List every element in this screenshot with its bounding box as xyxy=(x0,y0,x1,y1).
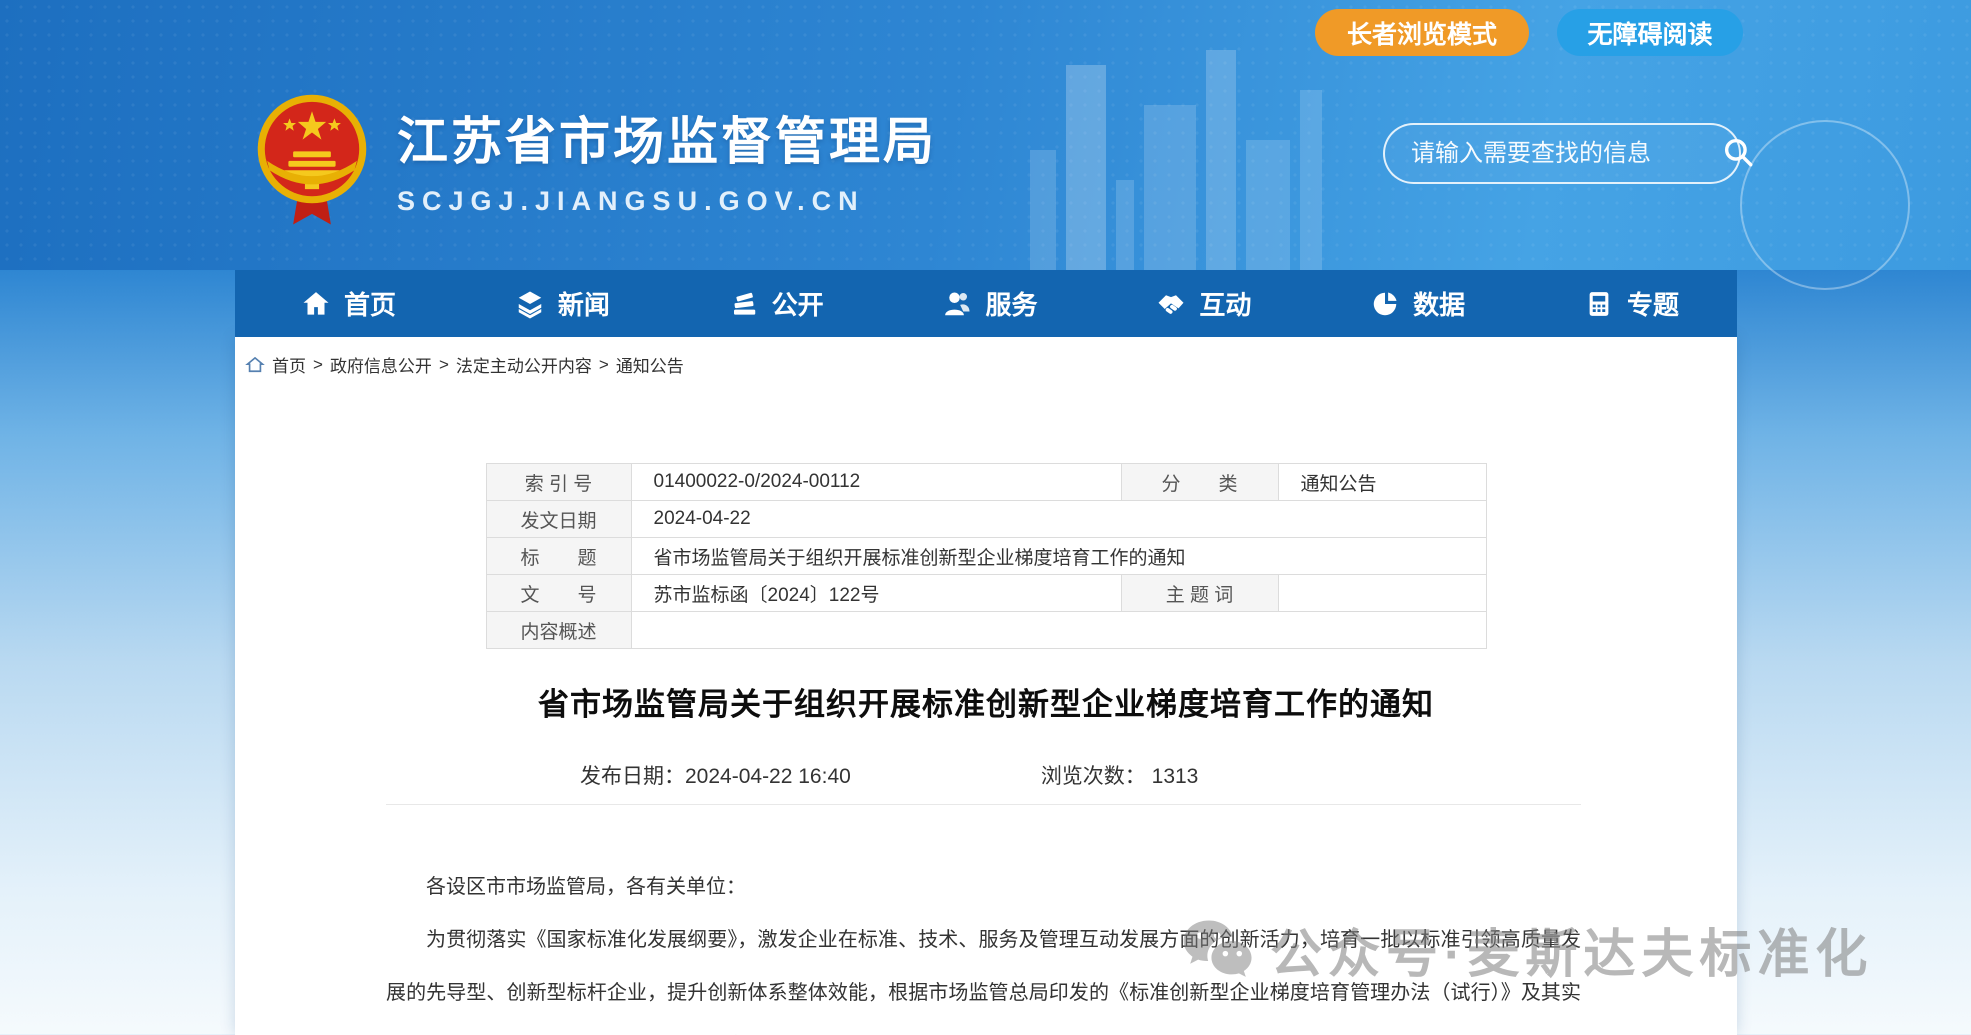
service-icon xyxy=(942,289,972,319)
search-input[interactable] xyxy=(1411,140,1721,168)
table-row: 文 号 苏市监标函〔2024〕122号 主 题 词 xyxy=(486,575,1486,612)
crumb-separator: > xyxy=(313,355,323,375)
issue-date-label: 发文日期 xyxy=(486,501,631,538)
crumb-separator: > xyxy=(439,355,449,375)
site-name: 江苏省市场监督管理局 xyxy=(397,100,937,174)
issue-date-value: 2024-04-22 xyxy=(631,501,1486,538)
nav-item-data[interactable]: 数据 xyxy=(1370,285,1465,322)
disclosure-icon xyxy=(729,289,759,319)
nav-item-service[interactable]: 服务 xyxy=(942,285,1037,322)
site-url: SCJGJ.JIANGSU.GOV.CN xyxy=(397,186,937,217)
index-label: 索 引 号 xyxy=(486,464,631,501)
wechat-icon xyxy=(1182,917,1254,983)
data-icon xyxy=(1370,289,1400,319)
site-search xyxy=(1383,123,1741,184)
accessible-reading-button[interactable]: 无障碍阅读 xyxy=(1557,9,1743,56)
table-row: 索 引 号 01400022-0/2024-00112 分 类 通知公告 xyxy=(486,464,1486,501)
nav-item-home[interactable]: 首页 xyxy=(301,285,396,322)
publish-date: 发布日期：2024-04-22 16:40 xyxy=(580,760,851,790)
interaction-icon xyxy=(1156,289,1186,319)
crumb-notices[interactable]: 通知公告 xyxy=(616,352,684,377)
article-meta: 发布日期：2024-04-22 16:40 浏览次数： 1313 xyxy=(580,760,1737,790)
nav-item-topics[interactable]: 专题 xyxy=(1584,285,1679,322)
crumb-gov-info[interactable]: 政府信息公开 xyxy=(330,352,432,377)
breadcrumb: 首页 > 政府信息公开 > 法定主动公开内容 > 通知公告 xyxy=(245,352,1737,377)
doc-title-label: 标 题 xyxy=(486,538,631,575)
nav-item-disclosure[interactable]: 公开 xyxy=(729,285,824,322)
circle-decoration xyxy=(1740,120,1910,290)
news-icon xyxy=(515,289,545,319)
keywords-label: 主 题 词 xyxy=(1121,575,1278,612)
nav-item-interaction[interactable]: 互动 xyxy=(1156,285,1251,322)
table-row: 标 题 省市场监管局关于组织开展标准创新型企业梯度培育工作的通知 xyxy=(486,538,1486,575)
view-count: 浏览次数： 1313 xyxy=(1041,760,1199,790)
summary-label: 内容概述 xyxy=(486,612,631,649)
salutation-paragraph: 各设区市市场监管局，各有关单位： xyxy=(386,861,1581,914)
crumb-separator: > xyxy=(599,355,609,375)
elder-mode-button[interactable]: 长者浏览模式 xyxy=(1315,9,1529,56)
doc-info-table: 索 引 号 01400022-0/2024-00112 分 类 通知公告 发文日… xyxy=(486,463,1487,649)
crumb-home[interactable]: 首页 xyxy=(272,352,306,377)
watermark-text: 公众号·麦斯达夫标准化 xyxy=(1270,912,1873,987)
meta-divider xyxy=(386,804,1581,805)
summary-value xyxy=(631,612,1486,649)
doc-number-label: 文 号 xyxy=(486,575,631,612)
page-title: 省市场监管局关于组织开展标准创新型企业梯度培育工作的通知 xyxy=(235,679,1737,724)
main-nav: 首页 新闻 公开 服务 互动 数据 xyxy=(235,270,1737,337)
site-logo[interactable]: 江苏省市场监督管理局 SCJGJ.JIANGSU.GOV.CN xyxy=(253,92,937,232)
table-row: 内容概述 xyxy=(486,612,1486,649)
index-value: 01400022-0/2024-00112 xyxy=(631,464,1121,501)
topics-icon xyxy=(1584,289,1614,319)
doc-title-value: 省市场监管局关于组织开展标准创新型企业梯度培育工作的通知 xyxy=(631,538,1486,575)
table-row: 发文日期 2024-04-22 xyxy=(486,501,1486,538)
doc-number-value: 苏市监标函〔2024〕122号 xyxy=(631,575,1121,612)
skyline-decoration xyxy=(1030,40,1350,270)
national-emblem-icon xyxy=(253,92,371,232)
category-value: 通知公告 xyxy=(1278,464,1486,501)
accessibility-buttons: 长者浏览模式 无障碍阅读 xyxy=(1315,9,1743,56)
site-banner: 长者浏览模式 无障碍阅读 江苏省市场监督管理局 SCJGJ.JIANGSU.GO… xyxy=(0,0,1971,270)
crumb-statutory[interactable]: 法定主动公开内容 xyxy=(456,352,592,377)
breadcrumb-home-icon xyxy=(245,355,265,375)
nav-item-news[interactable]: 新闻 xyxy=(515,285,610,322)
search-icon[interactable] xyxy=(1721,135,1755,173)
watermark: 公众号·麦斯达夫标准化 xyxy=(1182,912,1873,987)
category-label: 分 类 xyxy=(1121,464,1278,501)
keywords-value xyxy=(1278,575,1486,612)
home-icon xyxy=(301,289,331,319)
